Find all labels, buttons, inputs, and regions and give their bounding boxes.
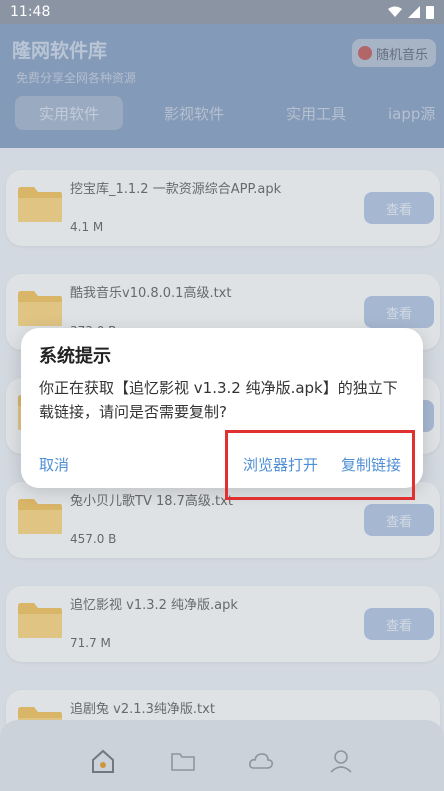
wifi-icon (388, 6, 402, 17)
dialog-title: 系统提示 (39, 346, 111, 367)
highlight-box (225, 430, 415, 500)
status-time: 11:48 (10, 4, 51, 20)
status-bar: 11:48 (0, 0, 444, 24)
status-icons (388, 5, 434, 19)
battery-icon (426, 6, 434, 19)
cancel-button[interactable]: 取消 (39, 454, 69, 475)
dialog-message: 你正在获取【追忆影视 v1.3.2 纯净版.apk】的独立下载链接，请问是否需要… (39, 379, 398, 421)
signal-icon (408, 6, 420, 18)
